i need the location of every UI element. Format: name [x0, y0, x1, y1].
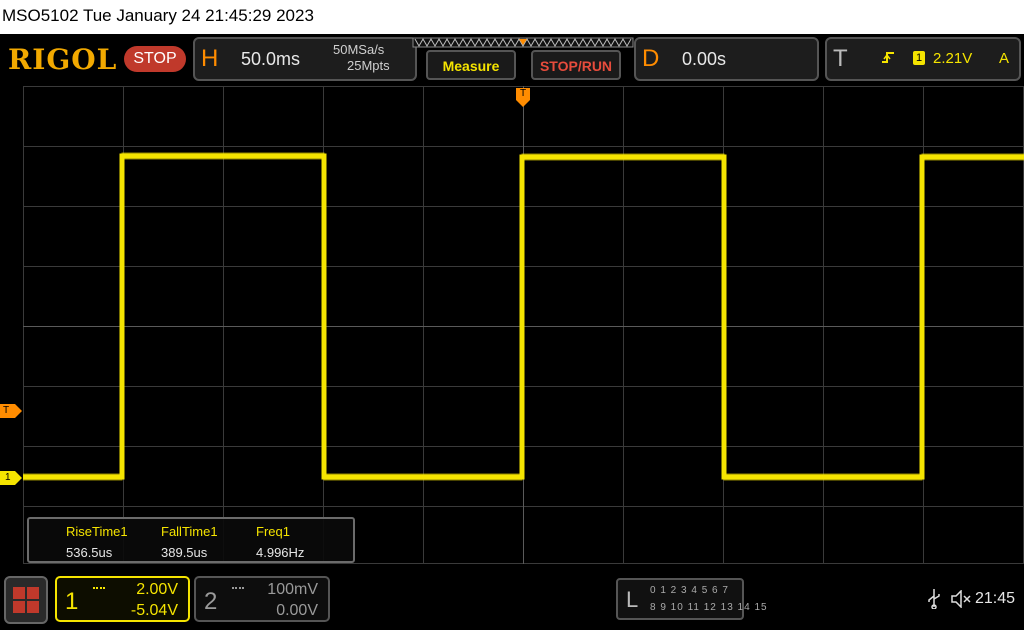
channel-1-number: 1 [65, 588, 79, 615]
horizontal-control[interactable]: H 50.0ms 50MSa/s 25Mpts [193, 37, 417, 81]
measurement-value: 389.5us [161, 545, 208, 560]
rigol-logo: RIGOL [8, 43, 118, 76]
channel-1-panel[interactable]: 1 2.00V -5.04V [55, 576, 190, 622]
run-state-badge[interactable]: STOP [124, 46, 186, 72]
trigger-level-label: T [3, 405, 10, 416]
measurement-value: 536.5us [66, 545, 113, 560]
usb-icon [928, 589, 940, 609]
trigger-level: 2.21V [933, 50, 973, 67]
trigger-letter: T [833, 45, 848, 72]
clock: 21:45 [975, 590, 1016, 607]
channel-2-scale: 100mV [267, 581, 318, 598]
logic-letter: L [626, 587, 639, 612]
horizontal-letter: H [201, 45, 219, 72]
delay-letter: D [642, 45, 660, 72]
channel-1-offset: -5.04V [130, 602, 178, 619]
measurement-name: Freq1 [256, 524, 290, 539]
measurement-panel[interactable]: RiseTime1 536.5us FallTime1 389.5us Freq… [27, 517, 355, 563]
delay-control[interactable]: D 0.00s [634, 37, 819, 81]
device-title: MSO5102 Tue January 24 21:45:29 2023 [2, 6, 314, 25]
channel-2-number: 2 [204, 588, 218, 615]
measurement-name: FallTime1 [161, 524, 218, 539]
trigger-level-marker[interactable]: T [0, 404, 22, 418]
trigger-mode: A [999, 50, 1010, 67]
logic-analyzer-panel[interactable]: L 0 1 2 3 4 5 6 7 8 9 10 11 12 13 14 15 [616, 578, 767, 620]
channel-2-offset: 0.00V [276, 602, 318, 619]
trigger-position-marker-top[interactable]: T [516, 88, 530, 108]
sample-rate: 50MSa/s [333, 42, 385, 57]
stop-run-button[interactable]: STOP/RUN [531, 50, 621, 80]
memory-depth: 25Mpts [347, 58, 390, 73]
trigger-edge-icon [882, 52, 894, 63]
logic-channels-row-2: 8 9 10 11 12 13 14 15 [650, 602, 768, 613]
dc-coupling-icon [93, 587, 105, 591]
measurement-value: 4.996Hz [256, 545, 305, 560]
bottom-bar: 1 2.00V -5.04V 2 100mV 0.00V L 0 1 2 3 4… [0, 570, 1024, 630]
channel-1-scale: 2.00V [136, 581, 178, 598]
menu-button[interactable] [4, 576, 48, 624]
memory-position-bar [412, 37, 634, 48]
measurement-name: RiseTime1 [66, 524, 128, 539]
timebase-value: 50.0ms [241, 49, 301, 69]
dc-coupling-icon [232, 587, 244, 591]
ch1-ground-label: 1 [5, 472, 11, 483]
trigger-source-badge: 1 [913, 51, 925, 65]
channel-2-panel[interactable]: 2 100mV 0.00V [194, 576, 330, 622]
menu-icon [13, 587, 39, 613]
logic-channels-row-1: 0 1 2 3 4 5 6 7 [650, 585, 729, 596]
ch1-ground-marker[interactable]: 1 [0, 471, 22, 485]
delay-value: 0.00s [682, 49, 727, 69]
toolbar: RIGOL STOP H 50.0ms 50MSa/s 25Mpts Measu… [0, 34, 1024, 86]
title-bar: MSO5102 Tue January 24 21:45:29 2023 [0, 0, 1024, 34]
waveform-display[interactable] [23, 86, 1024, 564]
measure-button[interactable]: Measure [426, 50, 516, 80]
trigger-control[interactable]: T 1 2.21V A [825, 37, 1021, 81]
trigger-top-label: T [519, 88, 527, 99]
speaker-muted-icon[interactable] [951, 590, 973, 608]
